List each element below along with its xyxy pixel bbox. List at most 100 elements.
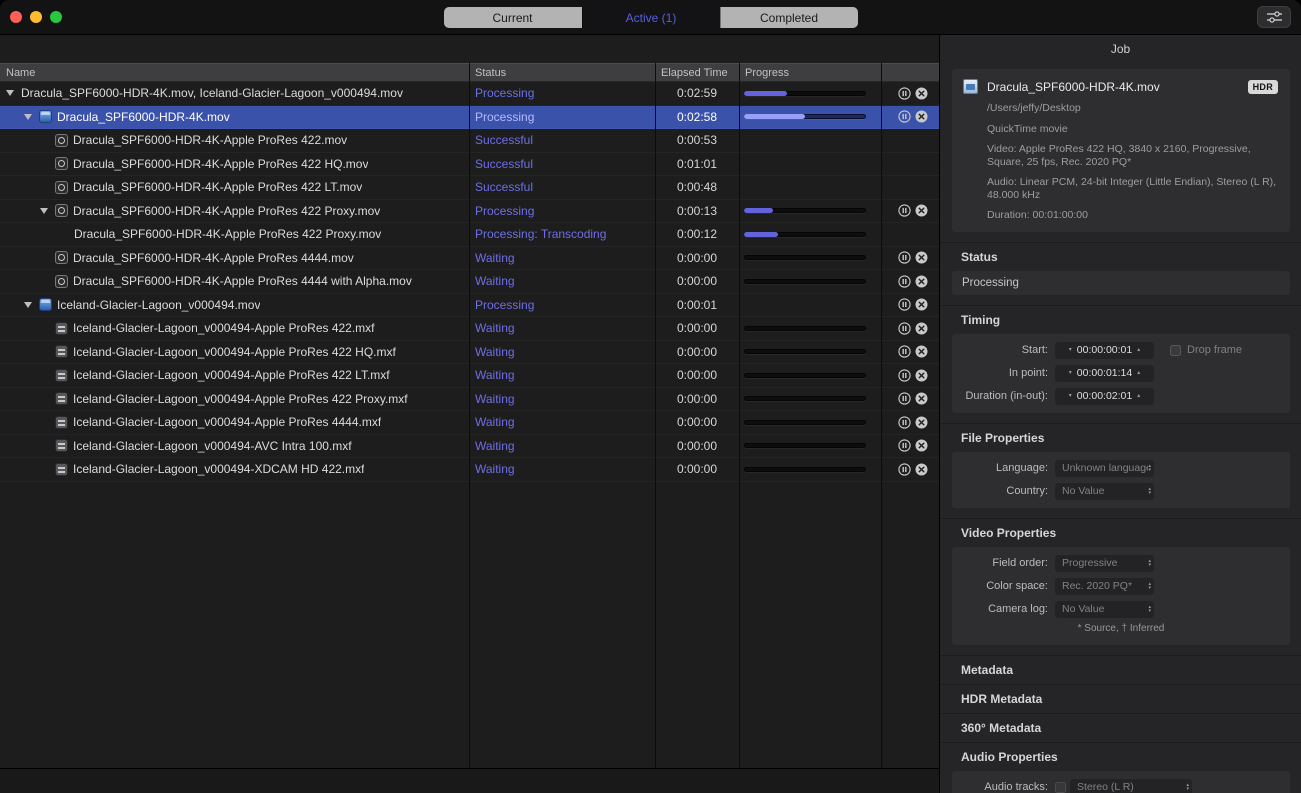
dropdown-arrows-icon: ▴ ▾ <box>1148 558 1151 568</box>
timing-box: Start: ▾ 00:00:00:01 ▴ Drop frame In point: ▾ 0… <box>952 333 1290 413</box>
toolbar: Current Active (1) Completed <box>0 0 1301 35</box>
cancel-button[interactable] <box>915 322 928 335</box>
pause-button[interactable] <box>898 416 911 429</box>
cancel-button[interactable] <box>915 416 928 429</box>
job-name: Dracula_SPF6000-HDR-4K-Apple ProRes 422 … <box>74 227 382 242</box>
field-row: Start: ▾ 00:00:00:01 ▴ Drop frame <box>952 339 1290 362</box>
pause-button[interactable] <box>898 439 911 452</box>
dropdown[interactable]: Stereo (L R) ▴ ▾ <box>1070 778 1192 793</box>
section-video-properties[interactable]: Video Properties <box>940 517 1301 547</box>
pause-button[interactable] <box>898 204 911 217</box>
field-label: Field order: <box>992 557 1048 569</box>
pause-button[interactable] <box>898 275 911 288</box>
cancel-button[interactable] <box>915 463 928 476</box>
section-status[interactable]: Status <box>940 241 1301 271</box>
stepper-up-icon[interactable]: ▴ <box>1137 393 1140 399</box>
cancel-button[interactable] <box>915 345 928 358</box>
cancel-button[interactable] <box>915 204 928 217</box>
cancel-button[interactable] <box>915 275 928 288</box>
section-timing[interactable]: Timing <box>940 304 1301 334</box>
job-name: Iceland-Glacier-Lagoon_v000494-Apple Pro… <box>73 368 390 383</box>
drop-frame-checkbox[interactable] <box>1170 344 1181 356</box>
column-header-name: Name <box>6 66 36 79</box>
dropdown-arrows-icon: ▴ ▾ <box>1148 463 1151 473</box>
disclosure-triangle-icon[interactable] <box>24 113 32 120</box>
zoom-window-button[interactable] <box>50 11 62 23</box>
name-cell: Dracula_SPF6000-HDR-4K-Apple ProRes 422 … <box>0 204 469 218</box>
pause-button[interactable] <box>898 322 911 335</box>
pause-button[interactable] <box>898 463 911 476</box>
timecode-field[interactable]: ▾ 00:00:00:01 ▴ <box>1055 341 1154 359</box>
cancel-button[interactable] <box>915 439 928 452</box>
progress-cell <box>739 231 881 237</box>
progress-bar <box>744 278 866 284</box>
status-label: Waiting <box>475 274 515 289</box>
cancel-button[interactable] <box>915 369 928 382</box>
job-name: Iceland-Glacier-Lagoon_v000494-Apple Pro… <box>73 344 396 359</box>
job-name: Dracula_SPF6000-HDR-4K-Apple ProRes 422 … <box>73 156 369 171</box>
stepper-up-icon[interactable]: ▴ <box>1137 347 1140 353</box>
timecode-field[interactable]: ▾ 00:00:02:01 ▴ <box>1055 387 1154 405</box>
cancel-button[interactable] <box>915 87 928 100</box>
section-360-metadata[interactable]: 360° Metadata <box>940 712 1301 742</box>
tab-current[interactable]: Current <box>443 7 582 28</box>
column-divider <box>739 63 740 768</box>
progress-bar <box>744 349 866 355</box>
stepper-down-icon[interactable]: ▾ <box>1069 347 1072 353</box>
elapsed-time: 0:00:00 <box>676 391 718 406</box>
tab-active-1[interactable]: Active (1) <box>581 7 720 28</box>
disclosure-triangle-icon[interactable] <box>6 90 14 97</box>
dropdown[interactable]: Rec. 2020 PQ* ▴ ▾ <box>1055 577 1154 595</box>
name-cell: Dracula_SPF6000-HDR-4K-Apple ProRes 4444… <box>0 274 469 288</box>
cancel-button[interactable] <box>915 392 928 405</box>
enabled-checkbox[interactable] <box>1055 781 1066 793</box>
progress-bar <box>744 208 866 214</box>
cancel-button[interactable] <box>915 298 928 311</box>
movie-file-icon <box>39 298 52 312</box>
elapsed-time: 0:00:00 <box>676 415 718 430</box>
timecode-value: 00:00:02:01 <box>1076 390 1133 402</box>
dropdown[interactable]: No Value ▴ ▾ <box>1055 600 1154 618</box>
minimize-window-button[interactable] <box>30 11 42 23</box>
cancel-button[interactable] <box>915 251 928 264</box>
pause-button[interactable] <box>898 298 911 311</box>
dropdown[interactable]: No Value ▴ ▾ <box>1055 482 1154 500</box>
movie-file-icon <box>963 79 978 94</box>
pause-button[interactable] <box>898 110 911 123</box>
section-file-properties[interactable]: File Properties <box>940 422 1301 452</box>
progress-fill <box>744 90 787 96</box>
dropdown[interactable]: Progressive ▴ ▾ <box>1055 554 1154 572</box>
elapsed-time: 0:02:58 <box>676 109 718 124</box>
stepper-down-icon[interactable]: ▾ <box>1069 393 1072 399</box>
section-hdr-metadata[interactable]: HDR Metadata <box>940 683 1301 713</box>
tab-completed[interactable]: Completed <box>719 7 858 28</box>
dropdown[interactable]: Unknown language ▴ ▾ <box>1055 459 1154 477</box>
timecode-field[interactable]: ▾ 00:00:01:14 ▴ <box>1055 364 1154 382</box>
section-audio-properties[interactable]: Audio Properties <box>940 741 1301 771</box>
stepper-up-icon[interactable]: ▴ <box>1137 370 1140 376</box>
field-label: Start: <box>1021 344 1048 356</box>
name-cell: Iceland-Glacier-Lagoon_v000494-Apple Pro… <box>0 368 469 382</box>
pause-button[interactable] <box>898 369 911 382</box>
pause-button[interactable] <box>898 87 911 100</box>
name-cell: Iceland-Glacier-Lagoon_v000494-Apple Pro… <box>0 392 469 406</box>
progress-cell <box>739 396 881 402</box>
status-label: Waiting <box>475 321 515 336</box>
pause-button[interactable] <box>898 251 911 264</box>
mxf-output-icon <box>55 345 68 359</box>
stepper-down-icon[interactable]: ▾ <box>1069 370 1072 376</box>
job-name: Iceland-Glacier-Lagoon_v000494-Apple Pro… <box>73 391 408 406</box>
section-metadata[interactable]: Metadata <box>940 654 1301 684</box>
disclosure-triangle-icon[interactable] <box>40 207 48 214</box>
disclosure-triangle-icon[interactable] <box>24 301 32 308</box>
progress-bar <box>744 443 866 449</box>
mxf-output-icon <box>55 368 68 382</box>
cancel-button[interactable] <box>915 110 928 123</box>
close-window-button[interactable] <box>10 11 22 23</box>
field-row: Field order: Progressive ▴ ▾ <box>952 552 1290 575</box>
progress-bar <box>744 255 866 261</box>
pause-button[interactable] <box>898 345 911 358</box>
inspector-toggle-button[interactable] <box>1257 6 1291 28</box>
pause-button[interactable] <box>898 392 911 405</box>
quicktime-output-icon <box>55 157 68 171</box>
